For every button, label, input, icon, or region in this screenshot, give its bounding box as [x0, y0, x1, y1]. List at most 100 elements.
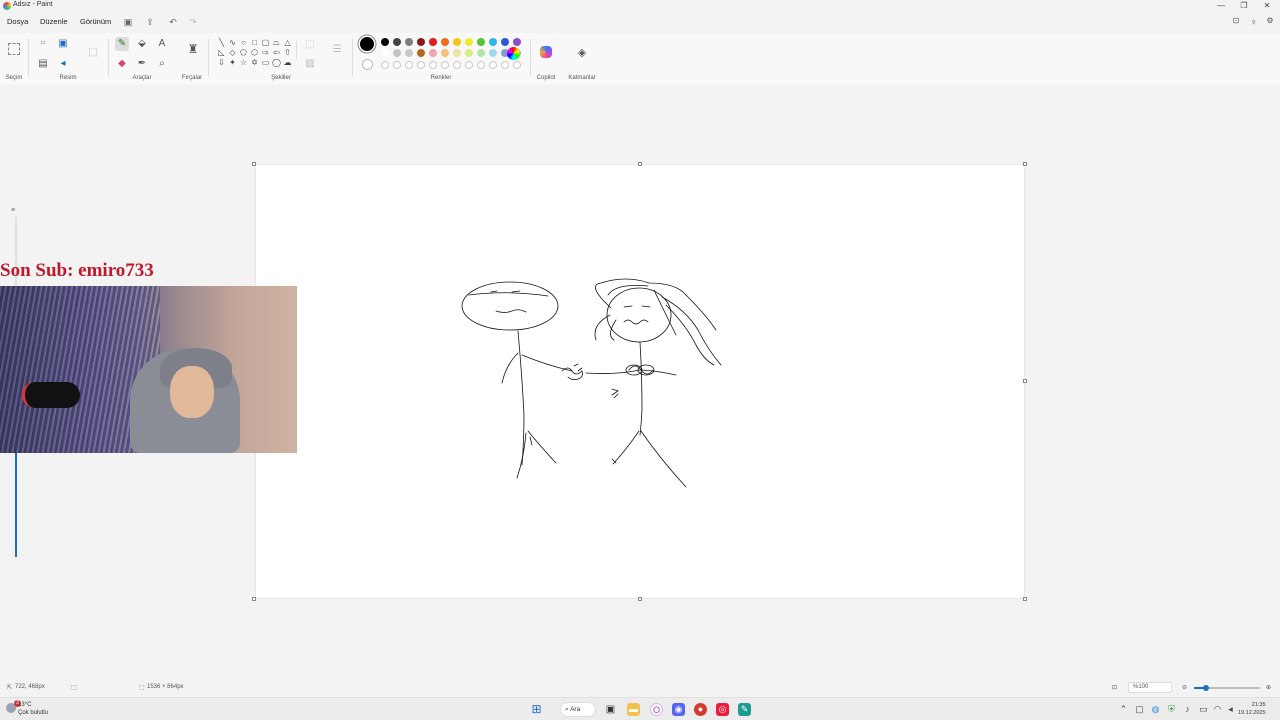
tray-mic-icon[interactable]: ♪	[1181, 703, 1194, 716]
zoom-in-icon[interactable]: ⊕	[1266, 684, 1271, 691]
custom-color-slot[interactable]	[393, 61, 401, 69]
custom-color-slot[interactable]	[453, 61, 461, 69]
tray-chevron-icon[interactable]: ⌃	[1117, 703, 1130, 716]
color-swatch[interactable]	[381, 49, 389, 57]
crop-icon[interactable]: ⌗	[36, 37, 50, 51]
start-windows-icon[interactable]: ⊞	[530, 703, 543, 716]
settings-gear-icon[interactable]: ⚙	[1265, 16, 1275, 26]
hexagon-shape-icon[interactable]: ⬡	[250, 48, 259, 57]
redo-icon[interactable]: ↷	[188, 17, 198, 27]
color-swatch[interactable]	[477, 49, 485, 57]
custom-color-slot[interactable]	[477, 61, 485, 69]
pencil-icon[interactable]: ✎	[115, 37, 129, 51]
color-swatch[interactable]	[489, 49, 497, 57]
fill-bucket-icon[interactable]: ⬙	[135, 37, 149, 51]
tray-shield-icon[interactable]: ⛨	[1165, 703, 1178, 716]
color-swatch[interactable]	[465, 38, 473, 46]
tray-app-icon[interactable]: ▢	[1133, 703, 1146, 716]
edit-colors-icon[interactable]	[507, 47, 520, 60]
callout-rect-icon[interactable]: ▭	[261, 58, 270, 67]
pentagon-shape-icon[interactable]: ⬠	[239, 48, 248, 57]
tray-display-icon[interactable]: ▭	[1197, 703, 1210, 716]
task-view-icon[interactable]: ▣	[604, 703, 617, 716]
color-swatch[interactable]	[405, 49, 413, 57]
color-swatch[interactable]	[441, 49, 449, 57]
resize-icon[interactable]: ▣	[56, 37, 70, 51]
color-swatch[interactable]	[393, 38, 401, 46]
color-swatch[interactable]	[453, 49, 461, 57]
callout-cloud-icon[interactable]: ☁	[283, 58, 292, 67]
menu-edit[interactable]: Düzenle	[40, 17, 68, 26]
left-arrow-shape-icon[interactable]: ⇦	[272, 48, 281, 57]
resize-handle[interactable]	[1023, 379, 1027, 383]
resize-handle[interactable]	[638, 597, 642, 601]
custom-color-slot[interactable]	[501, 61, 509, 69]
six-point-star-icon[interactable]: ✡	[250, 58, 259, 67]
color-swatch[interactable]	[417, 49, 425, 57]
four-point-star-icon[interactable]: ✦	[228, 58, 237, 67]
menu-file[interactable]: Dosya	[7, 17, 28, 26]
color-swatch[interactable]	[513, 38, 521, 46]
color-swatch[interactable]	[417, 38, 425, 46]
file-explorer-icon[interactable]: ▬	[627, 703, 640, 716]
account-icon[interactable]: ⍚	[1249, 16, 1259, 26]
color-swatch[interactable]	[441, 38, 449, 46]
taskbar-search[interactable]: ⌕ Ara	[560, 702, 596, 717]
custom-color-slot[interactable]	[405, 61, 413, 69]
secondary-color-swatch[interactable]	[362, 59, 373, 70]
share-icon[interactable]: ⊡	[1231, 16, 1241, 26]
resize-handle[interactable]	[1023, 597, 1027, 601]
system-clock[interactable]: 21:35 19.12.2025	[1238, 701, 1266, 717]
callout-oval-icon[interactable]: ◯	[272, 58, 281, 67]
color-swatch[interactable]	[453, 38, 461, 46]
resize-handle[interactable]	[1023, 162, 1027, 166]
color-swatch[interactable]	[477, 38, 485, 46]
color-swatch[interactable]	[381, 38, 389, 46]
selection-tool-icon[interactable]	[8, 43, 20, 55]
primary-color-swatch[interactable]	[360, 37, 374, 51]
opera-gx-icon[interactable]: O	[650, 703, 663, 716]
layers-icon[interactable]: ◈	[575, 46, 589, 60]
background-removal-icon[interactable]: ⬚	[86, 46, 100, 60]
close-button[interactable]: ✕	[1255, 0, 1279, 12]
resize-handle[interactable]	[252, 162, 256, 166]
shape-outline-icon[interactable]: ⬚	[303, 38, 317, 52]
color-swatch[interactable]	[501, 38, 509, 46]
custom-color-slot[interactable]	[381, 61, 389, 69]
magnifier-icon[interactable]: ⌕	[155, 57, 169, 71]
tray-network-icon[interactable]: ◍	[1149, 703, 1162, 716]
color-swatch[interactable]	[393, 49, 401, 57]
save-icon[interactable]: ▣	[123, 17, 133, 27]
eraser-icon[interactable]: ◆	[115, 57, 129, 71]
rounded-rect-shape-icon[interactable]: ▢	[261, 38, 270, 47]
paint-taskbar-icon[interactable]: ✎	[738, 703, 751, 716]
triangle-shape-icon[interactable]: △	[283, 38, 292, 47]
shape-fill-icon[interactable]: ▨	[303, 57, 317, 71]
polygon-shape-icon[interactable]: ⏢	[272, 38, 281, 47]
color-swatch[interactable]	[429, 49, 437, 57]
discord-icon[interactable]: ◉	[672, 703, 685, 716]
undo-icon[interactable]: ↶	[168, 17, 178, 27]
color-swatch[interactable]	[405, 38, 413, 46]
maximize-button[interactable]: ❐	[1232, 0, 1256, 12]
zoom-out-icon[interactable]: ⊖	[1182, 684, 1187, 691]
up-arrow-shape-icon[interactable]: ⇧	[283, 48, 292, 57]
menu-view[interactable]: Görünüm	[80, 17, 111, 26]
tray-volume-icon[interactable]: ◂	[1224, 703, 1237, 716]
rectangle-shape-icon[interactable]: □	[250, 38, 259, 47]
copilot-icon[interactable]	[540, 46, 552, 58]
color-picker-icon[interactable]: ✒	[135, 57, 149, 71]
custom-color-slot[interactable]	[465, 61, 473, 69]
stroke-size-icon[interactable]: ☰	[330, 43, 344, 57]
zoom-select[interactable]: %100	[1128, 682, 1172, 693]
five-point-star-icon[interactable]: ☆	[239, 58, 248, 67]
line-shape-icon[interactable]: ╲	[217, 38, 226, 47]
custom-color-slot[interactable]	[429, 61, 437, 69]
minimize-button[interactable]: —	[1209, 0, 1233, 12]
obs-icon[interactable]: ●	[694, 703, 707, 716]
share-icon[interactable]: ⇪	[145, 17, 155, 27]
tray-wifi-icon[interactable]: ◠	[1211, 703, 1224, 716]
right-triangle-shape-icon[interactable]: ◺	[217, 48, 226, 57]
color-swatch[interactable]	[465, 49, 473, 57]
custom-color-slot[interactable]	[513, 61, 521, 69]
